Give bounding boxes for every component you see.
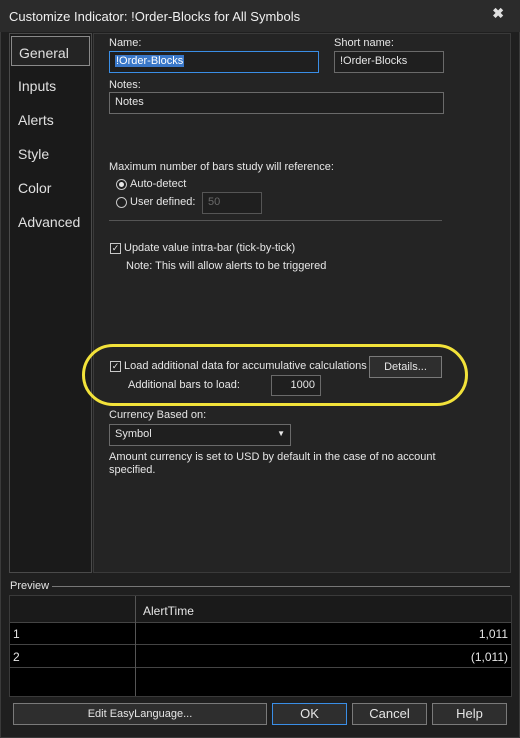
row-value: 1,011 <box>478 627 508 641</box>
currency-select-value: Symbol <box>115 428 152 440</box>
nav-item-inputs[interactable]: Inputs <box>11 70 90 100</box>
row-number: 2 <box>13 650 20 664</box>
auto-detect-radio[interactable] <box>116 179 127 190</box>
short-name-label: Short name: <box>334 37 394 49</box>
highlight-annotation <box>82 344 468 406</box>
edit-easylanguage-button[interactable]: Edit EasyLanguage... <box>13 703 267 725</box>
general-panel <box>93 33 511 573</box>
name-input[interactable]: !Order-Blocks <box>109 51 319 73</box>
section-divider <box>109 220 442 221</box>
short-name-input[interactable]: !Order-Blocks <box>334 51 444 73</box>
preview-divider <box>52 586 510 587</box>
nav-item-alerts[interactable]: Alerts <box>11 104 90 134</box>
preview-grid-header: AlertTime <box>10 596 511 623</box>
update-intrabar-checkbox[interactable]: ✓ <box>110 243 121 254</box>
currency-select[interactable]: Symbol ▼ <box>109 424 291 446</box>
currency-note-line1: Amount currency is set to USD by default… <box>109 451 436 463</box>
row-number: 1 <box>13 627 20 641</box>
row-value: (1,011) <box>470 650 508 664</box>
update-intrabar-note: Note: This will allow alerts to be trigg… <box>126 260 327 272</box>
preview-label: Preview <box>10 580 50 592</box>
update-intrabar-label: Update value intra-bar (tick-by-tick) <box>124 242 296 254</box>
nav-item-advanced[interactable]: Advanced <box>11 206 90 236</box>
title-bar: Customize Indicator: !Order-Blocks for A… <box>0 0 520 32</box>
chevron-down-icon: ▼ <box>277 429 285 438</box>
user-defined-label: User defined: <box>130 196 196 208</box>
window-title: Customize Indicator: !Order-Blocks for A… <box>9 9 301 24</box>
cancel-button[interactable]: Cancel <box>352 703 427 725</box>
name-input-value: !Order-Blocks <box>115 55 185 67</box>
ok-button[interactable]: OK <box>272 703 347 725</box>
name-label: Name: <box>109 37 142 49</box>
help-button[interactable]: Help <box>432 703 507 725</box>
table-row: 1 1,011 <box>10 623 511 645</box>
table-row: 2 (1,011) <box>10 646 511 668</box>
currency-note-line2: specified. <box>109 464 156 476</box>
currency-label: Currency Based on: <box>109 409 207 421</box>
column-header-alerttime[interactable]: AlertTime <box>143 604 194 618</box>
max-bars-label: Maximum number of bars study will refere… <box>109 161 334 173</box>
close-icon[interactable]: ✖ <box>492 5 504 22</box>
auto-detect-label: Auto-detect <box>130 178 187 190</box>
preview-grid: AlertTime 1 1,011 2 (1,011) <box>9 595 512 697</box>
nav-item-color[interactable]: Color <box>11 172 90 202</box>
user-defined-radio[interactable] <box>116 197 127 208</box>
column-separator <box>135 596 136 696</box>
nav-item-general[interactable]: General <box>11 36 90 66</box>
user-defined-input[interactable]: 50 <box>202 192 262 214</box>
notes-label: Notes: <box>109 79 141 91</box>
notes-input[interactable]: Notes <box>109 92 444 114</box>
nav-item-style[interactable]: Style <box>11 138 90 168</box>
settings-nav: General Inputs Alerts Style Color Advanc… <box>9 33 92 573</box>
